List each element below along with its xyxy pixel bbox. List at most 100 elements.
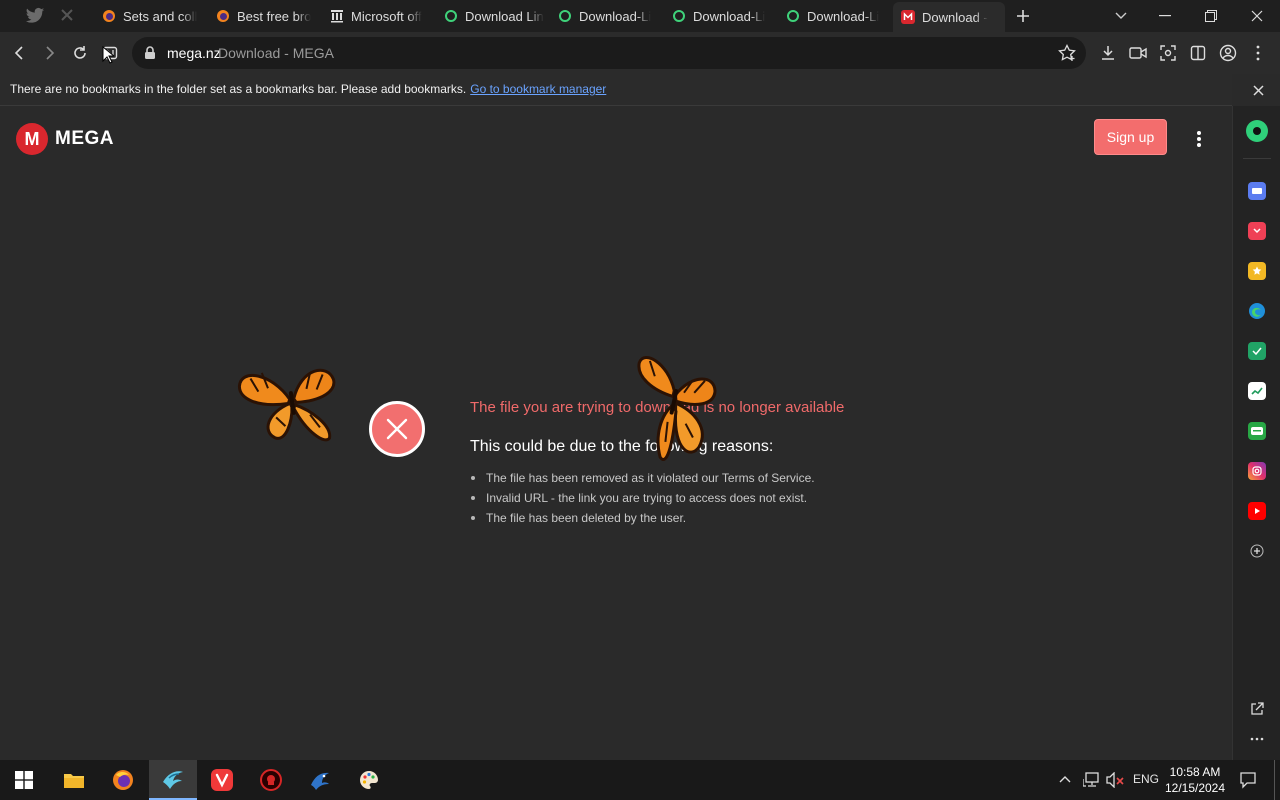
arrow-right-icon <box>46 46 55 60</box>
reasons-list: The file has been removed as it violated… <box>470 471 815 531</box>
mega-logo[interactable]: M MEGA <box>16 123 114 155</box>
reload-icon <box>74 46 86 59</box>
reload-button[interactable] <box>67 40 93 66</box>
new-tab-button[interactable] <box>1012 6 1034 26</box>
minimize-button[interactable] <box>1142 0 1188 32</box>
sidebar-item-tasks[interactable] <box>1248 342 1266 360</box>
tab-item[interactable]: Sets and coll <box>102 4 206 28</box>
sidebar-item-messages[interactable] <box>1248 422 1266 440</box>
page-content: M MEGA Sign up The file you are trying t… <box>0 107 1232 760</box>
tab-item[interactable]: Download-Li <box>786 4 890 28</box>
more-vertical-icon <box>1256 45 1260 61</box>
page-menu-button[interactable] <box>1188 127 1210 151</box>
browser-menu-button[interactable] <box>1245 40 1271 66</box>
notification-icon <box>1240 772 1256 789</box>
building-icon <box>330 9 344 23</box>
lock-icon[interactable] <box>144 46 156 65</box>
tab-strip: Sets and coll Best free bro Microsoft of… <box>0 0 1280 32</box>
close-window-button[interactable] <box>1234 0 1280 32</box>
network-icon[interactable] <box>1082 772 1101 791</box>
bookmarks-message: There are no bookmarks in the folder set… <box>10 82 607 96</box>
profile-icon <box>1219 44 1237 62</box>
bookmarks-bar: There are no bookmarks in the folder set… <box>0 74 1232 106</box>
sidebar-item-wallet[interactable] <box>1248 182 1266 200</box>
sidebar-item-charts[interactable] <box>1248 382 1266 400</box>
taskbar-vivaldi[interactable] <box>198 760 246 800</box>
mega-logo-text: MEGA <box>55 128 114 149</box>
list-item: The file has been removed as it violated… <box>470 471 815 491</box>
taskbar-file-explorer[interactable] <box>50 760 98 800</box>
side-panel-more-button[interactable] <box>1248 730 1266 748</box>
volume-muted-icon[interactable] <box>1106 771 1126 791</box>
start-button[interactable] <box>0 760 48 800</box>
chart-icon <box>1251 387 1263 395</box>
tab-item[interactable]: Download-Li <box>558 4 662 28</box>
tab-search-button[interactable] <box>1098 0 1144 32</box>
sidebar-item-pocket[interactable] <box>1248 222 1266 240</box>
add-favorite-icon[interactable] <box>1058 44 1076 67</box>
taskbar-paint[interactable] <box>345 760 393 800</box>
error-subtitle: This could be due to the following reaso… <box>470 438 774 455</box>
sidebar-item-instagram[interactable] <box>1248 462 1266 480</box>
split-view-icon <box>1190 45 1206 61</box>
sidebar-item-edge[interactable] <box>1248 302 1266 320</box>
vivaldi-icon <box>211 769 233 791</box>
arrow-left-icon <box>14 46 23 60</box>
add-sidebar-app-button[interactable] <box>1248 542 1266 560</box>
list-item: Invalid URL - the link you are trying to… <box>470 491 815 511</box>
sidebar-item-favorites[interactable] <box>1248 262 1266 280</box>
butterfly-icon <box>237 368 336 442</box>
sidebar-item-copilot[interactable] <box>1246 120 1268 142</box>
tab-item[interactable]: Best free bro <box>216 4 320 28</box>
mouse-cursor <box>102 45 116 69</box>
system-clock[interactable]: 10:58 AM 12/15/2024 <box>1164 764 1226 796</box>
plus-circle-icon <box>1250 544 1264 558</box>
taskbar-app-bird[interactable] <box>296 760 344 800</box>
show-hidden-icons-button[interactable] <box>1058 772 1072 789</box>
twitter-icon[interactable] <box>24 6 50 26</box>
address-bar[interactable]: mega.nz Download - MEGA <box>132 37 1086 69</box>
show-desktop-button[interactable] <box>1274 760 1280 800</box>
sidebar-item-youtube[interactable] <box>1248 502 1266 520</box>
more-horizontal-icon <box>1250 737 1264 741</box>
taskbar-browser-active[interactable] <box>149 760 197 800</box>
language-indicator[interactable]: ENG <box>1133 772 1159 786</box>
video-capture-button[interactable] <box>1125 40 1151 66</box>
back-button[interactable] <box>7 40 33 66</box>
tab-item[interactable]: Download Lin <box>444 4 548 28</box>
error-x-icon <box>369 401 425 457</box>
tab-item[interactable]: Microsoft off <box>330 4 434 28</box>
tab-item[interactable]: Download-Li <box>672 4 776 28</box>
green-ring-icon <box>672 9 686 23</box>
mega-icon <box>901 10 915 24</box>
close-bookmarks-bar-button[interactable] <box>1250 82 1266 98</box>
restore-button[interactable] <box>1188 0 1234 32</box>
wallet-icon <box>1252 188 1262 194</box>
bookmark-manager-link[interactable]: Go to bookmark manager <box>470 82 606 96</box>
clock-time: 10:58 AM <box>1169 765 1221 779</box>
green-ring-icon <box>786 9 800 23</box>
folder-icon <box>64 774 84 788</box>
open-external-button[interactable] <box>1248 700 1266 718</box>
skull-shield-icon <box>260 769 282 791</box>
tab-pinned-dark[interactable] <box>60 8 76 24</box>
chevron-down-icon <box>1115 12 1127 19</box>
split-screen-button[interactable] <box>1185 40 1211 66</box>
palette-icon <box>360 771 378 789</box>
notification-center-button[interactable] <box>1239 771 1257 792</box>
tab-item-active[interactable]: Download - <box>893 2 1005 32</box>
youtube-icon <box>1255 508 1260 514</box>
edge-icon <box>1249 303 1265 319</box>
profile-button[interactable] <box>1215 40 1241 66</box>
checklist-icon <box>1252 347 1262 355</box>
star-icon <box>1252 266 1262 275</box>
chat-icon <box>1251 427 1263 435</box>
screenshot-button[interactable] <box>1155 40 1181 66</box>
taskbar-security-app[interactable] <box>247 760 295 800</box>
green-ring-icon <box>444 9 458 23</box>
external-link-icon <box>1251 702 1264 715</box>
downloads-button[interactable] <box>1095 40 1121 66</box>
forward-button[interactable] <box>36 40 62 66</box>
sign-up-button[interactable]: Sign up <box>1094 119 1167 155</box>
taskbar-firefox[interactable] <box>99 760 147 800</box>
